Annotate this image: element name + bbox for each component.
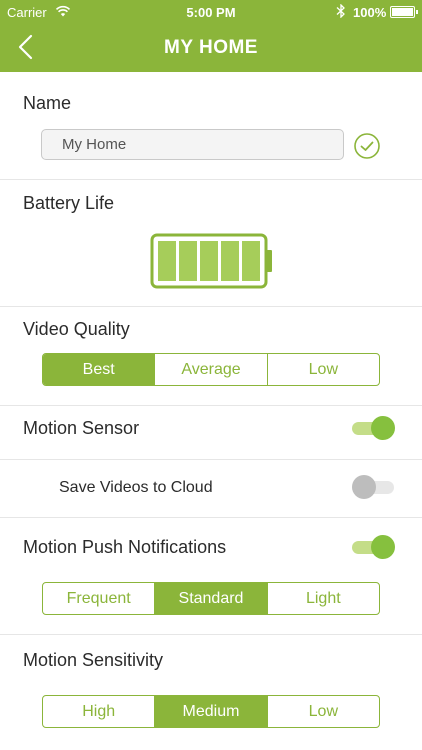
push-frequent[interactable]: Frequent <box>43 583 154 614</box>
status-battery-icon <box>390 6 418 18</box>
divider <box>0 405 422 406</box>
status-bar: Carrier 5:00 PM 100% <box>0 0 422 24</box>
motion-push-segmented-control: Frequent Standard Light <box>42 582 380 615</box>
video-quality-average[interactable]: Average <box>154 354 266 385</box>
battery-level-icon <box>150 233 272 289</box>
sensitivity-medium[interactable]: Medium <box>154 696 267 727</box>
sensitivity-high[interactable]: High <box>43 696 154 727</box>
motion-sensitivity-segmented-control: High Medium Low <box>42 695 380 728</box>
motion-sensor-label: Motion Sensor <box>23 418 140 438</box>
save-videos-toggle[interactable] <box>352 475 395 499</box>
top-bar: Carrier 5:00 PM 100% MY HOME <box>0 0 422 72</box>
motion-push-label: Motion Push Notifications <box>23 537 227 557</box>
video-quality-low[interactable]: Low <box>266 354 379 385</box>
video-quality-best[interactable]: Best <box>43 354 155 385</box>
divider <box>0 306 422 307</box>
page-title: MY HOME <box>164 37 258 58</box>
divider <box>0 179 422 180</box>
battery-life-label: Battery Life <box>23 193 115 213</box>
divider <box>0 517 422 518</box>
name-label: Name <box>23 93 72 113</box>
check-circle-icon[interactable] <box>353 132 381 160</box>
motion-sensor-toggle[interactable] <box>352 416 395 440</box>
divider <box>0 634 422 635</box>
name-input[interactable] <box>41 129 344 160</box>
bluetooth-icon <box>336 4 345 18</box>
motion-sensitivity-label: Motion Sensitivity <box>23 650 164 670</box>
sensitivity-low[interactable]: Low <box>266 696 379 727</box>
push-standard[interactable]: Standard <box>154 583 267 614</box>
video-quality-segmented-control: Best Average Low <box>42 353 380 386</box>
save-videos-label: Save Videos to Cloud <box>59 479 213 496</box>
battery-percent: 100% <box>353 5 387 20</box>
motion-push-toggle[interactable] <box>352 535 395 559</box>
video-quality-label: Video Quality <box>23 319 130 339</box>
divider <box>0 459 422 460</box>
push-light[interactable]: Light <box>266 583 379 614</box>
nav-bar: MY HOME <box>0 24 422 72</box>
